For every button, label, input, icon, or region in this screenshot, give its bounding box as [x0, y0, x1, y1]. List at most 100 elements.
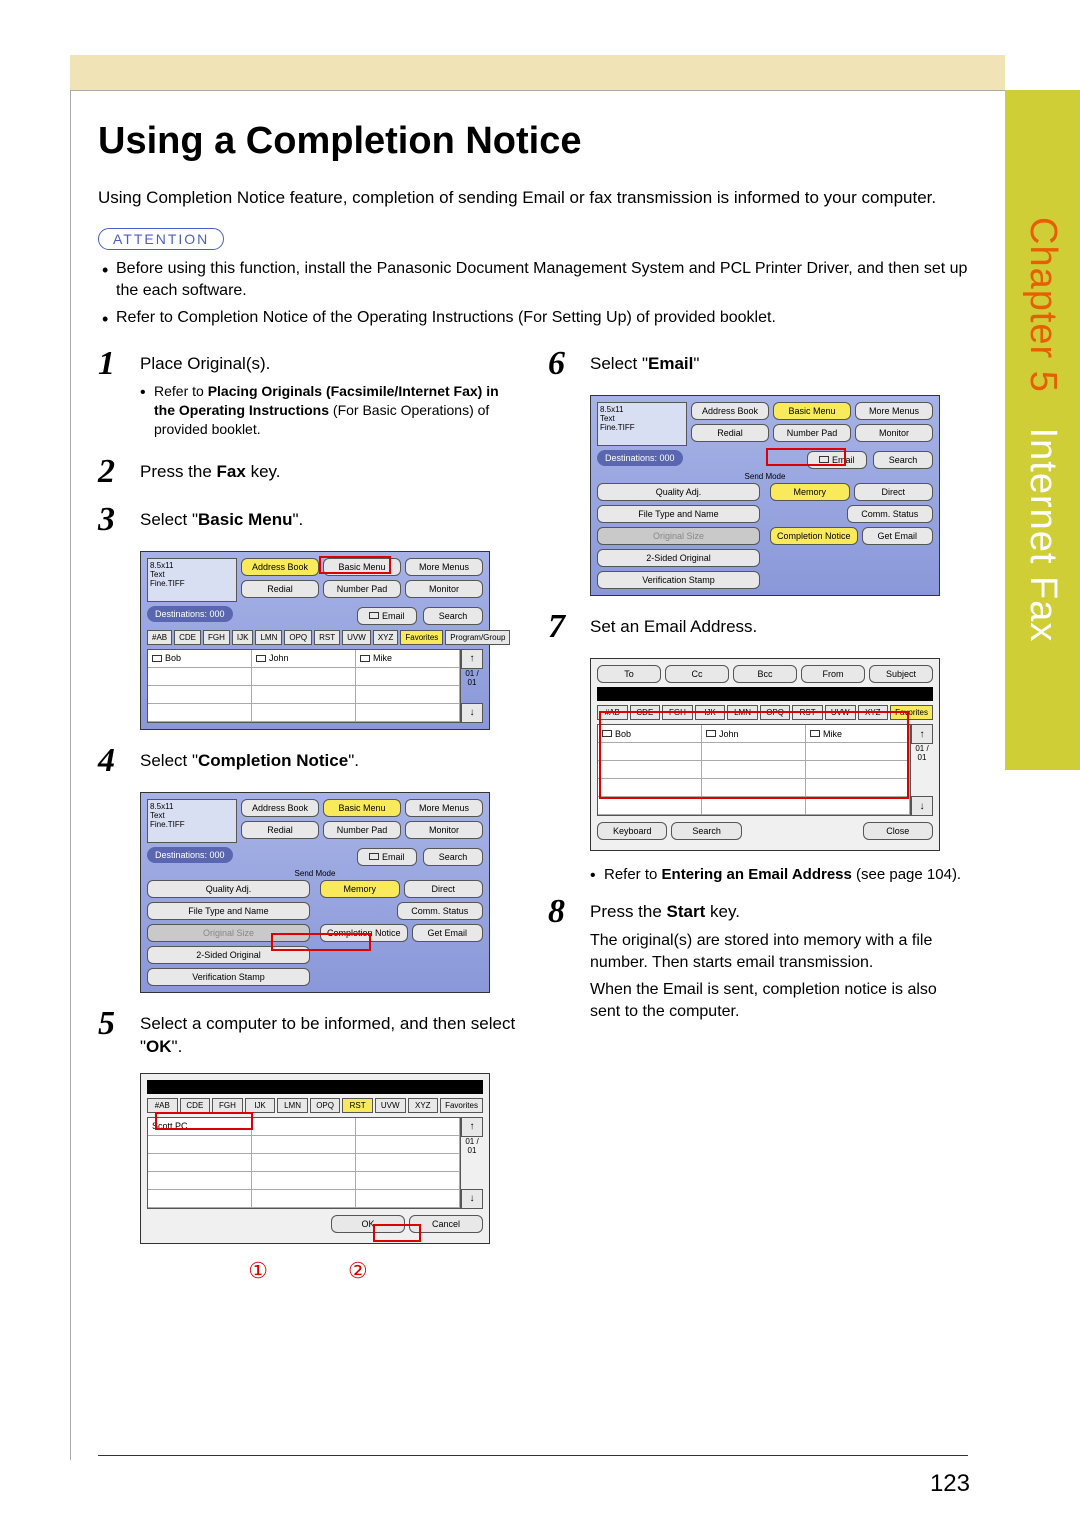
- more-menus-button[interactable]: More Menus: [855, 402, 933, 420]
- search-button[interactable]: Search: [423, 607, 483, 625]
- alpha-tab[interactable]: XYZ: [858, 705, 889, 720]
- alpha-tab[interactable]: FGH: [662, 705, 693, 720]
- comm-status-button[interactable]: Comm. Status: [847, 505, 934, 523]
- alpha-tab[interactable]: CDE: [630, 705, 661, 720]
- original-size-button[interactable]: Original Size: [147, 924, 310, 942]
- alpha-tab[interactable]: IJK: [245, 1098, 276, 1113]
- basic-menu-button[interactable]: Basic Menu: [773, 402, 851, 420]
- scrollbar[interactable]: ↑ 01 / 01 ↓: [461, 649, 483, 723]
- email-button[interactable]: Email: [357, 607, 417, 625]
- search-button[interactable]: Search: [423, 848, 483, 866]
- alpha-tab[interactable]: #AB: [147, 630, 172, 645]
- comm-status-button[interactable]: Comm. Status: [397, 902, 484, 920]
- alpha-tab[interactable]: IJK: [695, 705, 726, 720]
- scrollbar[interactable]: ↑ 01 / 01 ↓: [911, 724, 933, 816]
- redial-button[interactable]: Redial: [241, 580, 319, 598]
- alpha-tab[interactable]: OPQ: [760, 705, 791, 720]
- direct-button[interactable]: Direct: [404, 880, 484, 898]
- scroll-down-icon: ↓: [461, 1189, 483, 1209]
- close-button[interactable]: Close: [863, 822, 933, 840]
- alpha-tab[interactable]: OPQ: [310, 1098, 341, 1113]
- alpha-tab[interactable]: XYZ: [408, 1098, 439, 1113]
- alpha-tab[interactable]: UVW: [825, 705, 856, 720]
- alpha-tab[interactable]: #AB: [597, 705, 628, 720]
- to-button[interactable]: To: [597, 665, 661, 683]
- monitor-button[interactable]: Monitor: [405, 821, 483, 839]
- alpha-tab[interactable]: RST: [314, 630, 340, 645]
- alpha-tab[interactable]: LMN: [727, 705, 758, 720]
- bcc-button[interactable]: Bcc: [733, 665, 797, 683]
- alpha-tab[interactable]: RST: [342, 1098, 373, 1113]
- file-type-button[interactable]: File Type and Name: [147, 902, 310, 920]
- alpha-tab[interactable]: LMN: [255, 630, 282, 645]
- basic-menu-button[interactable]: Basic Menu: [323, 558, 401, 576]
- basic-menu-button[interactable]: Basic Menu: [323, 799, 401, 817]
- verification-stamp-button[interactable]: Verification Stamp: [597, 571, 760, 589]
- info-panel: 8.5x11 Text Fine.TIFF: [597, 402, 687, 446]
- favorites-tab[interactable]: Favorites: [890, 705, 933, 720]
- scrollbar[interactable]: ↑ 01 / 01 ↓: [461, 1117, 483, 1209]
- quality-adj-button[interactable]: Quality Adj.: [597, 483, 760, 501]
- monitor-button[interactable]: Monitor: [405, 580, 483, 598]
- search-button[interactable]: Search: [873, 451, 933, 469]
- subject-button[interactable]: Subject: [869, 665, 933, 683]
- list-item[interactable]: John: [252, 650, 356, 667]
- ok-button[interactable]: OK: [331, 1215, 405, 1233]
- email-button[interactable]: Email: [357, 848, 417, 866]
- alpha-tab[interactable]: LMN: [277, 1098, 308, 1113]
- direct-button[interactable]: Direct: [854, 483, 934, 501]
- alpha-tab[interactable]: RST: [792, 705, 823, 720]
- memory-button[interactable]: Memory: [770, 483, 850, 501]
- alpha-tab[interactable]: UVW: [342, 630, 371, 645]
- two-sided-button[interactable]: 2-Sided Original: [597, 549, 760, 567]
- quality-adj-button[interactable]: Quality Adj.: [147, 880, 310, 898]
- list-item[interactable]: John: [702, 725, 806, 742]
- alpha-tab[interactable]: XYZ: [373, 630, 399, 645]
- cc-button[interactable]: Cc: [665, 665, 729, 683]
- file-type-button[interactable]: File Type and Name: [597, 505, 760, 523]
- alpha-tab[interactable]: CDE: [180, 1098, 211, 1113]
- redial-button[interactable]: Redial: [241, 821, 319, 839]
- number-pad-button[interactable]: Number Pad: [323, 821, 401, 839]
- program-group-tab[interactable]: Program/Group: [445, 630, 510, 645]
- redial-button[interactable]: Redial: [691, 424, 769, 442]
- get-email-button[interactable]: Get Email: [862, 527, 933, 545]
- list-item[interactable]: Bob: [148, 650, 252, 667]
- memory-button[interactable]: Memory: [320, 880, 400, 898]
- number-pad-button[interactable]: Number Pad: [773, 424, 851, 442]
- alpha-tab[interactable]: #AB: [147, 1098, 178, 1113]
- alpha-tab[interactable]: OPQ: [284, 630, 312, 645]
- alpha-tab[interactable]: FGH: [212, 1098, 243, 1113]
- address-book-button[interactable]: Address Book: [241, 799, 319, 817]
- list-item[interactable]: Mike: [356, 650, 460, 667]
- send-mode-label: Send Mode: [597, 472, 933, 481]
- address-book-button[interactable]: Address Book: [691, 402, 769, 420]
- email-button[interactable]: Email: [807, 451, 867, 469]
- verification-stamp-button[interactable]: Verification Stamp: [147, 968, 310, 986]
- get-email-button[interactable]: Get Email: [412, 924, 483, 942]
- alpha-tab[interactable]: IJK: [232, 630, 254, 645]
- address-book-button[interactable]: Address Book: [241, 558, 319, 576]
- step-2: 2 Press the Fax key.: [98, 455, 518, 489]
- more-menus-button[interactable]: More Menus: [405, 799, 483, 817]
- list-item[interactable]: Mike: [806, 725, 910, 742]
- number-pad-button[interactable]: Number Pad: [323, 580, 401, 598]
- keyboard-button[interactable]: Keyboard: [597, 822, 667, 840]
- original-size-button[interactable]: Original Size: [597, 527, 760, 545]
- favorites-tab[interactable]: Favorites: [400, 630, 443, 645]
- completion-notice-button[interactable]: Completion Notice: [770, 527, 858, 545]
- input-bar[interactable]: [597, 687, 933, 701]
- alpha-tab[interactable]: CDE: [174, 630, 201, 645]
- alpha-tab[interactable]: FGH: [203, 630, 230, 645]
- list-item[interactable]: Bob: [598, 725, 702, 742]
- favorites-tab[interactable]: Favorites: [440, 1098, 483, 1113]
- alpha-tab[interactable]: UVW: [375, 1098, 406, 1113]
- monitor-button[interactable]: Monitor: [855, 424, 933, 442]
- completion-notice-button[interactable]: Completion Notice: [320, 924, 408, 942]
- search-button[interactable]: Search: [671, 822, 741, 840]
- more-menus-button[interactable]: More Menus: [405, 558, 483, 576]
- list-item[interactable]: Scott PC: [148, 1118, 252, 1135]
- from-button[interactable]: From: [801, 665, 865, 683]
- two-sided-button[interactable]: 2-Sided Original: [147, 946, 310, 964]
- cancel-button[interactable]: Cancel: [409, 1215, 483, 1233]
